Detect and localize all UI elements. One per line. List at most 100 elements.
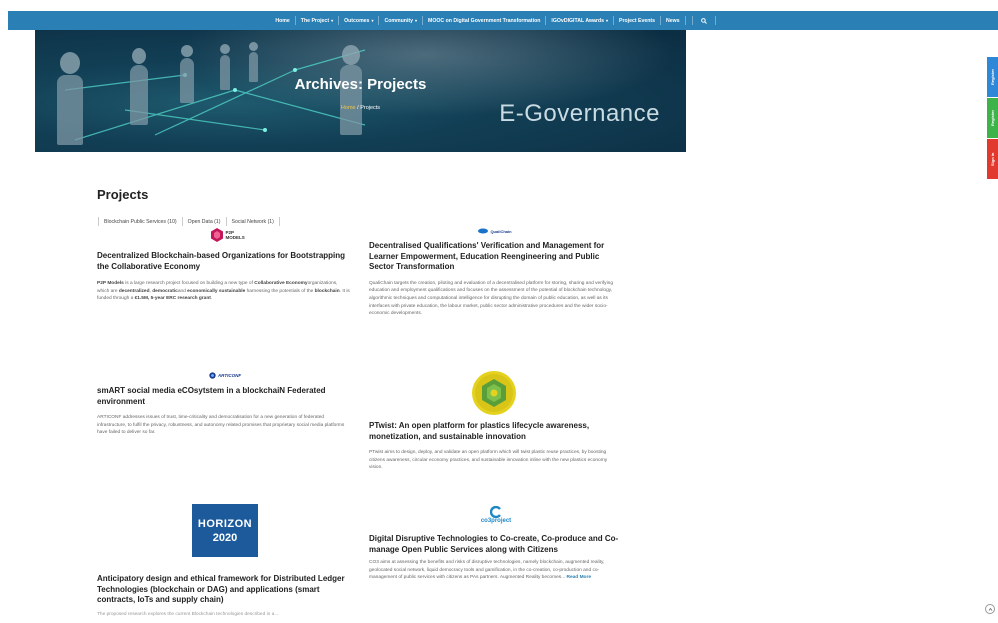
p2p-hexagon-icon [210, 228, 223, 242]
description-emphasis: democratic [152, 288, 178, 294]
qualichain-mark-icon [478, 228, 489, 234]
person-silhouette [130, 65, 148, 125]
qualichain-logo: QualiChain [478, 228, 512, 234]
person-head [342, 45, 360, 65]
nav-mooc[interactable]: MOOC on Digital Government Transformatio… [423, 16, 547, 25]
description-text: harnessing the potentials of the [245, 288, 315, 294]
ptwist-logo-icon [472, 371, 516, 415]
co3-c-icon [490, 506, 501, 518]
main-menu: Home The Project ▾ Outcomes ▾ Community ▾ M… [270, 16, 716, 25]
side-tab-register-blue[interactable]: Register [987, 57, 998, 97]
project-title-link[interactable]: Decentralized Blockchain-based Organizat… [97, 251, 353, 272]
nav-project-events-label: Project Events [619, 17, 656, 24]
nav-outcomes[interactable]: Outcomes ▾ [339, 16, 380, 25]
project-title-link[interactable]: Digital Disruptive Technologies to Co-cr… [369, 534, 623, 555]
project-logo[interactable]: co3project [369, 506, 623, 524]
person-head [60, 52, 80, 74]
p2p-logo-text: P2P MODELS [225, 230, 245, 240]
person-head [181, 45, 193, 57]
project-title-link[interactable]: Decentralised Qualifications' Verificati… [369, 241, 621, 273]
project-description: The proposed research explores the curre… [97, 611, 279, 617]
side-tab-sign-in[interactable]: Sign in [987, 139, 998, 179]
filter-blockchain-public-services[interactable]: Blockchain Public Services (10) [98, 217, 183, 226]
nav-project-events[interactable]: Project Events [614, 16, 662, 25]
chevron-down-icon: ▾ [415, 18, 418, 23]
nav-awards-label: IGOvDIGITAL Awards [551, 17, 604, 24]
description-text: . [210, 296, 213, 302]
nav-mooc-label: MOOC on Digital Government Transformatio… [428, 17, 541, 24]
chevron-down-icon: ▾ [371, 18, 374, 23]
project-description: QualiChain targets the creation, pilotin… [369, 280, 613, 317]
co3project-logo-text: co3project [480, 518, 512, 524]
breadcrumb-separator: / [357, 105, 359, 111]
description-emphasis: P2P Models [97, 281, 124, 287]
description-emphasis: blockchain [314, 288, 340, 294]
read-more-link[interactable]: Read More [567, 575, 592, 580]
project-description: ARTICONF addresses issues of trust, time… [97, 415, 345, 436]
project-logo[interactable] [369, 370, 619, 416]
search-icon [700, 17, 707, 24]
project-card: HORIZON 2020 Anticipatory design and eth… [97, 504, 353, 618]
articonf-globe-icon [209, 372, 216, 379]
chevron-down-icon: ▾ [331, 18, 334, 23]
nav-awards[interactable]: IGOvDIGITAL Awards ▾ [546, 16, 614, 25]
project-description: P2P Models is a large research project f… [97, 280, 351, 303]
description-text: is a large research project focused on b… [123, 281, 255, 287]
nav-news[interactable]: News [661, 16, 686, 25]
p2p-models-logo: P2P MODELS [210, 228, 245, 242]
project-logo[interactable]: ARTICONF [97, 372, 353, 379]
nav-the-project[interactable]: The Project ▾ [296, 16, 340, 25]
articonf-logo-text: ARTICONF [217, 373, 242, 378]
project-card: P2P MODELS Decentralized Blockchain-base… [97, 228, 353, 303]
filter-social-network[interactable]: Social Network (1) [227, 217, 280, 226]
project-logo[interactable]: QualiChain [369, 228, 621, 234]
description-emphasis: €1.5M, 5-year ERC research grant [134, 296, 211, 302]
page-hero-title: Archives: Projects [294, 76, 427, 93]
qualichain-logo-text: QualiChain [490, 228, 512, 234]
project-title-link[interactable]: Anticipatory design and ethical framewor… [97, 574, 353, 606]
section-title: Projects [97, 187, 149, 202]
co3project-logo: co3project [481, 506, 511, 524]
breadcrumb-home-link[interactable]: Home [341, 105, 356, 111]
project-description: PTwist aims to design, deploy, and valid… [369, 450, 608, 471]
description-emphasis: Collaborative Economy [254, 281, 308, 287]
nav-news-label: News [666, 17, 680, 24]
nav-outcomes-label: Outcomes [344, 17, 370, 24]
horizon-2020-logo: HORIZON 2020 [192, 504, 258, 557]
project-logo[interactable]: HORIZON 2020 [97, 504, 353, 557]
project-description: CO3 aims at assessing the benefits and r… [369, 559, 623, 582]
filter-open-data[interactable]: Open Data (1) [183, 217, 227, 226]
nav-home-label: Home [275, 17, 290, 24]
nav-community[interactable]: Community ▾ [379, 16, 424, 25]
horizon-logo-line2: 2020 [212, 531, 238, 544]
horizon-logo-line1: HORIZON [197, 517, 253, 530]
side-tabs: Register Register Sign in [987, 57, 998, 180]
articonf-logo: ARTICONF [209, 372, 241, 379]
project-title-link[interactable]: smART social media eCOsytstem in a block… [97, 386, 353, 407]
scroll-to-top-button[interactable] [985, 604, 995, 614]
side-tab-register-green[interactable]: Register [987, 98, 998, 138]
project-logo[interactable]: P2P MODELS [97, 228, 353, 242]
top-navigation-bar: Home The Project ▾ Outcomes ▾ Community ▾ M… [8, 11, 998, 30]
project-title-link[interactable]: PTwist: An open platform for plastics li… [369, 421, 619, 442]
banner-text: E-Governance [499, 100, 660, 127]
category-filters: Blockchain Public Services (10) Open Dat… [98, 217, 280, 226]
project-card: ARTICONF smART social media eCOsytstem i… [97, 372, 353, 437]
breadcrumb-current: Projects [360, 105, 381, 111]
nav-the-project-label: The Project [300, 17, 330, 24]
nav-community-label: Community [384, 17, 413, 24]
chevron-down-icon: ▾ [605, 18, 608, 23]
person-head [132, 48, 146, 64]
chevron-up-icon [988, 607, 992, 611]
person-head [220, 44, 230, 54]
project-card: co3project Digital Disruptive Technologi… [369, 506, 623, 582]
project-card: QualiChain Decentralised Qualifications'… [369, 228, 621, 318]
search-button[interactable] [691, 16, 716, 25]
hero-banner: Archives: Projects Home / Projects E-Gov… [35, 30, 686, 152]
project-card: PTwist: An open platform for plastics li… [369, 370, 619, 472]
nav-home[interactable]: Home [270, 16, 296, 25]
description-emphasis: economically sustainable [187, 288, 246, 294]
description-emphasis: decentralized [118, 288, 150, 294]
description-text: and [177, 288, 188, 294]
person-head [249, 42, 258, 51]
